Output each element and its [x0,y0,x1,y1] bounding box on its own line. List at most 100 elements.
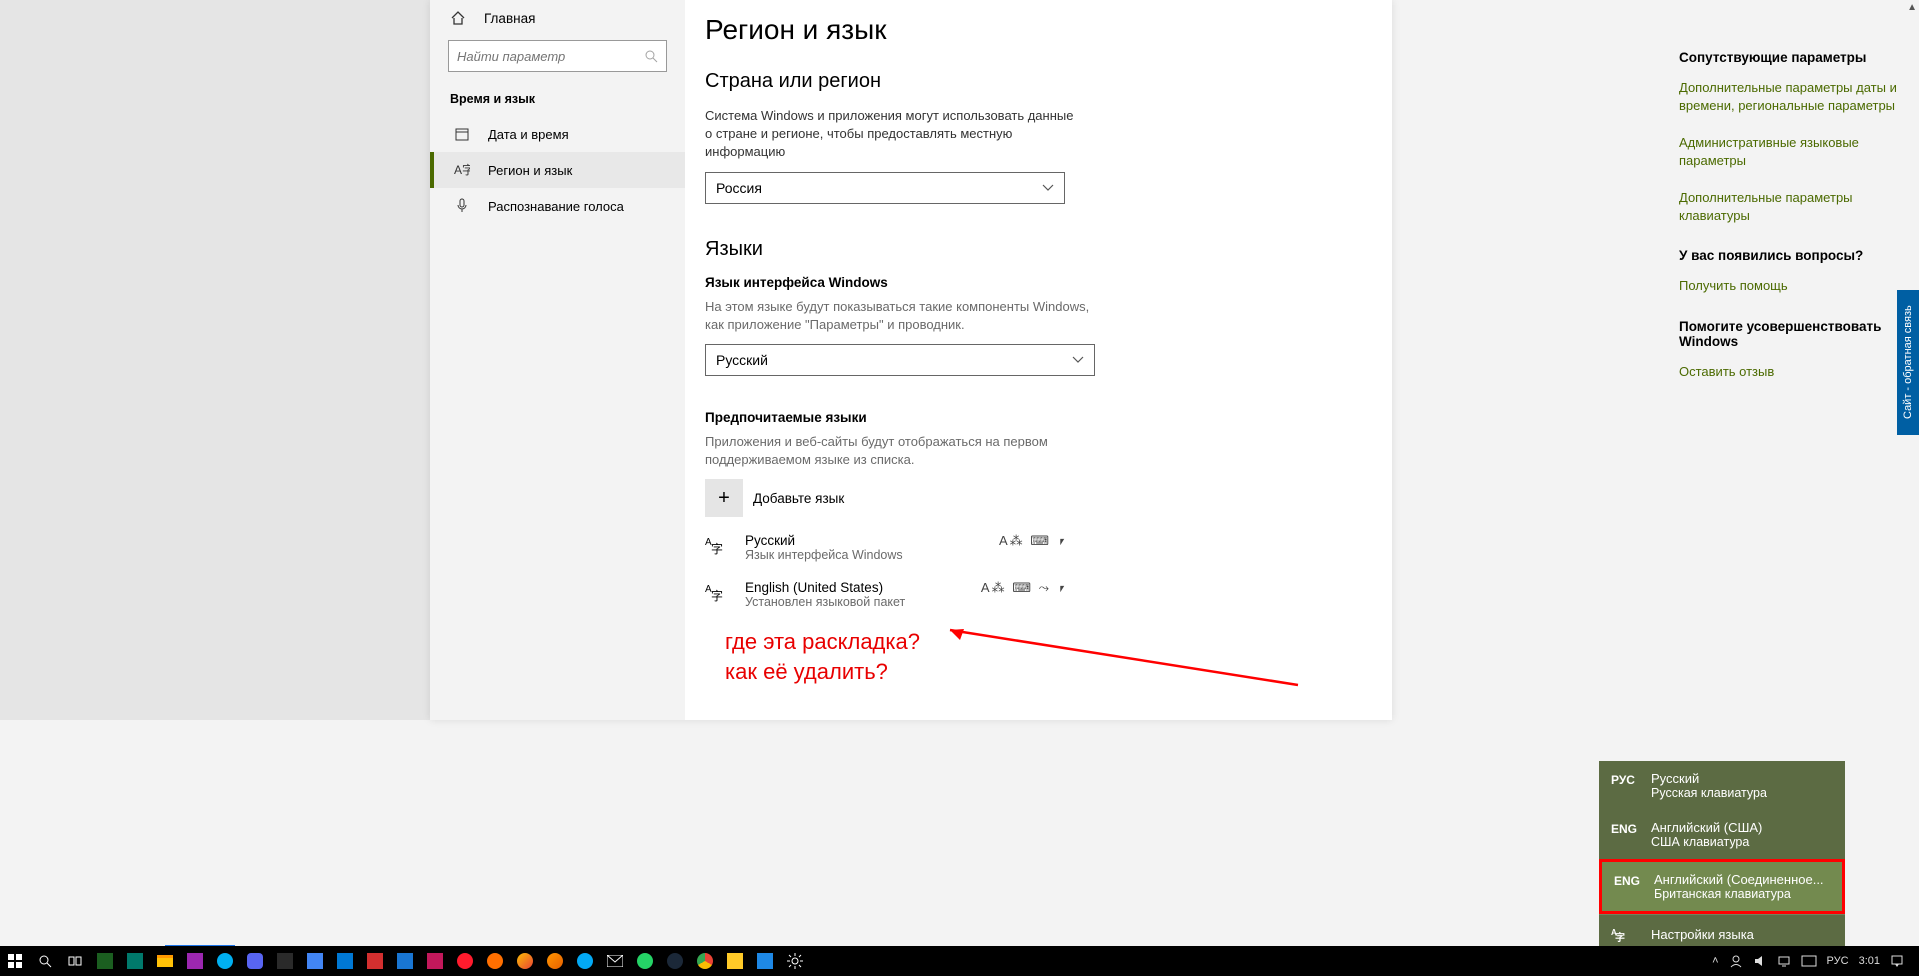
taskbar-discord[interactable] [240,946,270,976]
rail-link-admin-lang[interactable]: Административные языковые параметры [1679,134,1899,169]
tray-lang-indicator[interactable]: РУС [1822,955,1854,967]
taskbar-chrome[interactable] [690,946,720,976]
taskbar-opera[interactable] [450,946,480,976]
tray-people-icon[interactable] [1724,954,1748,968]
search-button[interactable] [30,946,60,976]
annotation-line-1: где эта раскладка? [725,627,1392,657]
chevron-down-icon [1072,356,1084,364]
feedback-tab[interactable]: Сайт - обратная связь [1897,290,1919,435]
settings-sidebar: Главная Время и язык Дата и время A字 Рег… [430,0,685,720]
task-view-button[interactable] [60,946,90,976]
language-sub: Установлен языковой пакет [745,595,981,609]
language-badges: A⁂ ⌨ ⎖ [999,533,1069,549]
region-dropdown[interactable]: Россия [705,172,1065,204]
taskbar-firefox[interactable] [540,946,570,976]
taskbar-steam[interactable] [660,946,690,976]
rail-heading-improve: Помогите усовершенствовать Windows [1679,319,1899,349]
language-icon: A字 [705,580,731,604]
tray-volume-icon[interactable] [1748,954,1772,968]
taskbar-whatsapp[interactable] [630,946,660,976]
microphone-icon [454,198,470,214]
ui-lang-value: Русский [716,352,768,368]
region-value: Россия [716,180,762,196]
rail-link-keyboard[interactable]: Дополнительные параметры клавиатуры [1679,189,1899,224]
sidebar-item-datetime[interactable]: Дата и время [430,116,685,152]
ui-lang-dropdown[interactable]: Русский [705,344,1095,376]
settings-content: Регион и язык Страна или регион Система … [705,14,1392,720]
lang-popup-row-eng-us[interactable]: ENG Английский (США) США клавиатура [1599,810,1845,859]
home-icon [450,10,466,26]
taskbar-app-2[interactable] [120,946,150,976]
rail-heading-related: Сопутствующие параметры [1679,50,1899,65]
taskbar-skype[interactable] [210,946,240,976]
lang-settings-label: Настройки языка [1651,927,1754,942]
rail-link-date-regional[interactable]: Дополнительные параметры даты и времени,… [1679,79,1899,114]
lang-code: РУС [1611,771,1651,787]
rail-link-help[interactable]: Получить помощь [1679,277,1899,295]
start-button[interactable] [0,946,30,976]
region-heading: Страна или регион [705,70,1392,93]
region-description: Система Windows и приложения могут испол… [705,107,1075,162]
taskbar-egs[interactable] [270,946,300,976]
tray-clock[interactable]: 3:01 [1854,955,1885,967]
rail-heading-questions: У вас появились вопросы? [1679,248,1899,263]
search-icon [644,49,658,63]
tray-action-center-icon[interactable] [1885,954,1909,968]
lang-keyboard: Британская клавиатура [1654,887,1824,901]
taskbar-app-11[interactable] [750,946,780,976]
languages-heading: Языки [705,238,1392,261]
taskbar-calc[interactable] [330,946,360,976]
lang-keyboard: Русская клавиатура [1651,786,1767,800]
lang-popup-row-rus[interactable]: РУС Русский Русская клавиатура [1599,761,1845,810]
lang-popup-row-eng-uk[interactable]: ENG Английский (Соединенное... Британска… [1599,859,1845,914]
taskbar-app-5[interactable] [360,946,390,976]
tray-expand-icon[interactable]: ˄ [1707,955,1723,967]
taskbar-app-4[interactable] [300,946,330,976]
scroll-up-arrow[interactable]: ▲ [1907,2,1917,13]
svg-text:字: 字 [711,588,723,603]
annotation-line-2: как её удалить? [725,657,1392,687]
sidebar-item-label: Распознавание голоса [488,199,624,214]
taskbar-app-7[interactable] [420,946,450,976]
region-icon: A字 [454,162,470,178]
language-icon: A字 [705,533,731,557]
taskbar-chrome-canary[interactable] [510,946,540,976]
taskbar-explorer[interactable] [150,946,180,976]
sidebar-item-region[interactable]: A字 Регион и язык [430,152,685,188]
ui-lang-description: На этом языке будут показываться такие к… [705,298,1095,334]
rail-link-feedback[interactable]: Оставить отзыв [1679,363,1899,381]
lang-name: Английский (США) [1651,820,1762,835]
taskbar-app-3[interactable] [180,946,210,976]
pref-lang-heading: Предпочитаемые языки [705,410,1392,425]
pref-lang-description: Приложения и веб-сайты будут отображатьс… [705,433,1095,469]
chevron-down-icon [1042,184,1054,192]
home-button[interactable]: Главная [430,0,685,34]
svg-text:A字: A字 [454,162,470,177]
sidebar-item-label: Регион и язык [488,163,572,178]
taskbar-app-6[interactable] [390,946,420,976]
system-tray: ˄ РУС 3:01 [1707,954,1919,968]
lang-keyboard: США клавиатура [1651,835,1762,849]
language-card-russian[interactable]: A字 Русский Язык интерфейса Windows A⁂ ⌨ … [705,533,1069,562]
language-badges: A⁂ ⌨ ⤳ ⎖ [981,580,1069,596]
taskbar-mail[interactable] [600,946,630,976]
language-sub: Язык интерфейса Windows [745,548,999,562]
annotation-text: где эта раскладка? как её удалить? [725,627,1392,686]
language-switcher-popup: РУС Русский Русская клавиатура ENG Англи… [1599,761,1845,955]
sidebar-item-speech[interactable]: Распознавание голоса [430,188,685,224]
search-input[interactable] [457,49,644,64]
ui-lang-heading: Язык интерфейса Windows [705,275,1392,290]
language-card-english-us[interactable]: A字 English (United States) Установлен яз… [705,580,1069,609]
taskbar-app-1[interactable] [90,946,120,976]
taskbar-settings[interactable] [780,946,810,976]
window-border-left [0,0,430,720]
add-language-button[interactable]: + Добавьте язык [705,479,1392,517]
tray-keyboard-icon[interactable] [1796,955,1822,967]
tray-network-icon[interactable] [1772,954,1796,968]
taskbar-app-9[interactable] [570,946,600,976]
taskbar-app-8[interactable] [480,946,510,976]
taskbar-app-10[interactable] [720,946,750,976]
search-input-wrap[interactable] [448,40,667,72]
taskbar: ˄ РУС 3:01 [0,946,1919,976]
plus-icon: + [705,479,743,517]
